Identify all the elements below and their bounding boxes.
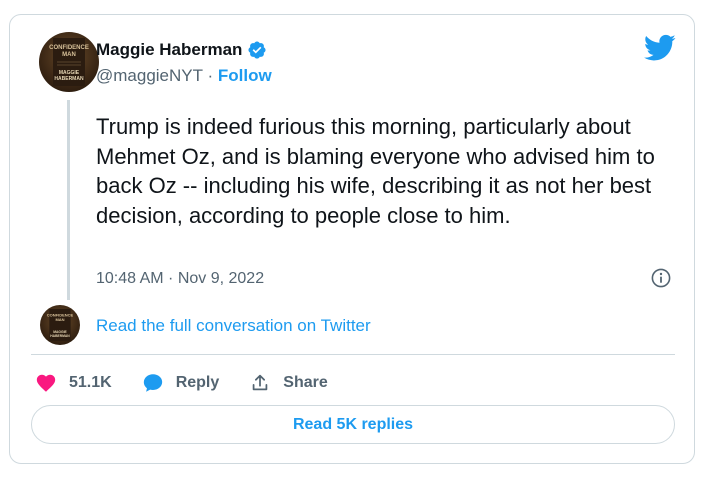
- info-icon[interactable]: [651, 268, 671, 288]
- separator-dot: ·: [207, 66, 214, 85]
- share-upload-icon: [249, 372, 271, 394]
- svg-text:CONFIDENCE: CONFIDENCE: [49, 45, 89, 51]
- thread-avatar[interactable]: CONFIDENCE MAN MAGGIE HABERMAN: [40, 305, 80, 345]
- author-handle-row: @maggieNYT · Follow: [96, 66, 272, 86]
- twitter-bird-icon[interactable]: [643, 34, 676, 62]
- author-name[interactable]: Maggie Haberman: [96, 40, 242, 60]
- tweet-embed-card: CONFIDENCE MAN MAGGIE HABERMAN Maggie Ha…: [9, 14, 695, 464]
- reply-button[interactable]: Reply: [142, 372, 220, 394]
- heart-icon: [35, 372, 57, 394]
- svg-text:HABERMAN: HABERMAN: [54, 76, 84, 82]
- share-button[interactable]: Share: [249, 372, 328, 394]
- svg-text:HABERMAN: HABERMAN: [50, 334, 70, 338]
- verified-badge-icon: [247, 40, 267, 60]
- tweet-text: Trump is indeed furious this morning, pa…: [96, 114, 655, 228]
- author-handle[interactable]: @maggieNYT: [96, 66, 203, 85]
- svg-text:MAN: MAN: [55, 317, 64, 322]
- reply-bubble-icon: [142, 372, 164, 394]
- thread-connector-line: [67, 100, 70, 300]
- like-count: 51.1K: [69, 374, 112, 391]
- reply-label: Reply: [175, 374, 220, 391]
- author-avatar[interactable]: CONFIDENCE MAN MAGGIE HABERMAN: [39, 32, 99, 92]
- author-name-row[interactable]: Maggie Haberman: [96, 40, 267, 60]
- tweet-actions: 51.1K Reply Share: [35, 372, 358, 394]
- share-label: Share: [283, 374, 328, 391]
- like-button[interactable]: 51.1K: [35, 372, 112, 394]
- read-conversation-link[interactable]: Read the full conversation on Twitter: [96, 316, 371, 336]
- read-replies-button[interactable]: Read 5K replies: [31, 405, 675, 444]
- tweet-timestamp[interactable]: 10:48 AM · Nov 9, 2022: [96, 270, 264, 288]
- follow-link[interactable]: Follow: [218, 66, 272, 85]
- divider: [31, 354, 675, 355]
- svg-text:MAN: MAN: [62, 52, 76, 58]
